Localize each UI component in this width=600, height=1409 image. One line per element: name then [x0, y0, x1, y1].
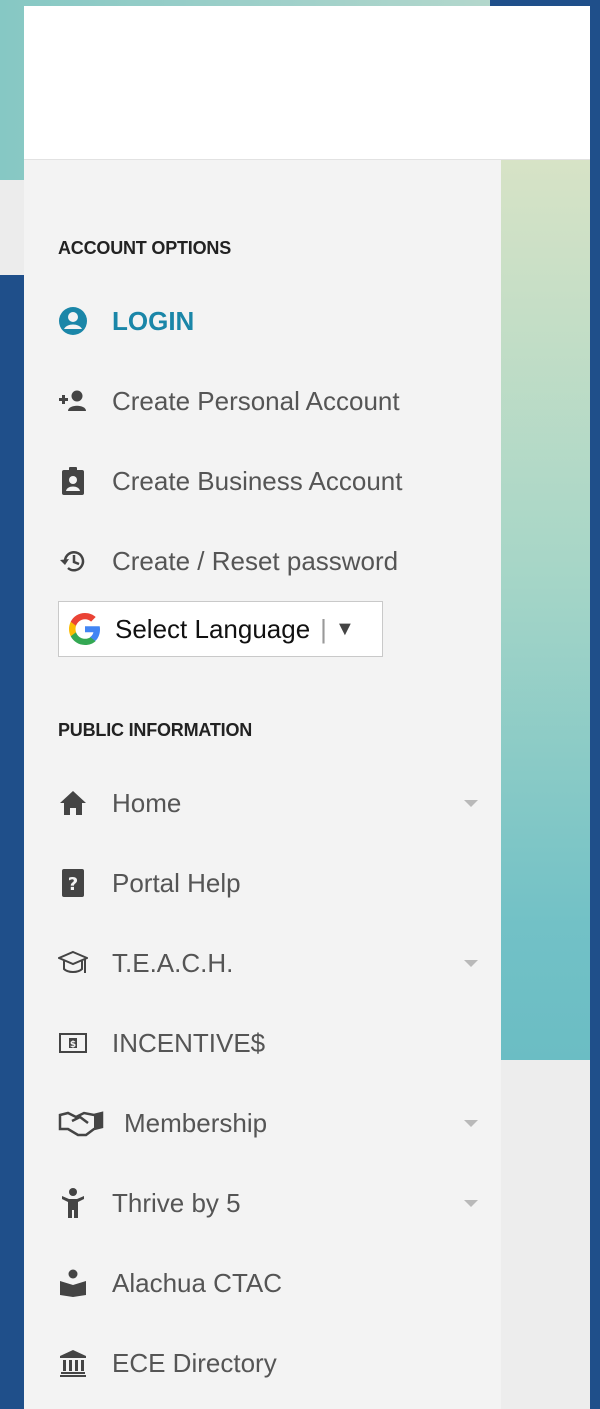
- sidebar-menu: ACCOUNT OPTIONS LOGIN Create Personal Ac…: [24, 160, 501, 1409]
- ece-directory-label: ECE Directory: [112, 1347, 277, 1378]
- teach-label: T.E.A.C.H.: [112, 947, 234, 978]
- teach-link[interactable]: T.E.A.C.H.: [58, 939, 478, 987]
- membership-link[interactable]: Membership: [58, 1099, 478, 1147]
- create-personal-account-link[interactable]: Create Personal Account: [58, 377, 478, 425]
- background-content-area: [500, 1060, 590, 1409]
- chevron-down-icon[interactable]: [464, 799, 478, 807]
- background-hero-gradient: [500, 160, 590, 1060]
- graduation-cap-icon: [58, 948, 88, 978]
- add-user-icon: [58, 386, 88, 416]
- login-label: LOGIN: [112, 305, 195, 336]
- portal-help-label: Portal Help: [112, 867, 241, 898]
- thrive-by-5-label: Thrive by 5: [112, 1187, 241, 1218]
- public-information-heading: PUBLIC INFORMATION: [58, 720, 253, 740]
- sidebar-header: [24, 6, 590, 160]
- alachua-ctac-link[interactable]: Alachua CTAC: [58, 1259, 478, 1307]
- create-personal-account-label: Create Personal Account: [112, 385, 400, 416]
- reset-password-link[interactable]: Create / Reset password: [58, 537, 478, 585]
- alachua-ctac-label: Alachua CTAC: [112, 1267, 283, 1298]
- chevron-down-icon[interactable]: [464, 1199, 478, 1207]
- chevron-down-icon[interactable]: [464, 1119, 478, 1127]
- create-business-account-label: Create Business Account: [112, 465, 403, 496]
- reset-password-label: Create / Reset password: [112, 545, 399, 576]
- chevron-down-icon[interactable]: [464, 959, 478, 967]
- svg-text:$: $: [70, 1040, 76, 1050]
- money-bill-icon: $: [58, 1028, 88, 1058]
- reading-person-icon: [58, 1268, 88, 1298]
- membership-label: Membership: [124, 1107, 268, 1138]
- handshake-icon: [58, 1108, 104, 1138]
- id-badge-icon: [58, 466, 88, 496]
- child-icon: [58, 1188, 88, 1218]
- history-icon: [58, 546, 88, 576]
- home-icon: [58, 788, 88, 818]
- incentives-label: INCENTIVE$: [112, 1027, 266, 1058]
- user-circle-icon: [58, 306, 88, 336]
- portal-help-link[interactable]: ? Portal Help: [58, 859, 478, 907]
- create-business-account-link[interactable]: Create Business Account: [58, 457, 478, 505]
- language-separator: |: [320, 613, 327, 644]
- login-link[interactable]: LOGIN: [58, 297, 478, 345]
- home-link[interactable]: Home: [58, 779, 478, 827]
- home-label: Home: [112, 787, 182, 818]
- language-selector[interactable]: Select Language | ▼: [58, 601, 383, 657]
- language-dropdown-arrow: ▼: [334, 617, 355, 640]
- account-options-heading: ACCOUNT OPTIONS: [58, 238, 232, 258]
- institution-icon: [58, 1348, 88, 1378]
- svg-text:?: ?: [68, 874, 78, 895]
- google-icon: [69, 613, 100, 645]
- question-square-icon: ?: [58, 868, 88, 898]
- incentives-link[interactable]: $ INCENTIVE$: [58, 1019, 478, 1067]
- ece-directory-link[interactable]: ECE Directory: [58, 1339, 478, 1387]
- language-label: Select Language: [115, 613, 311, 644]
- thrive-by-5-link[interactable]: Thrive by 5: [58, 1179, 478, 1227]
